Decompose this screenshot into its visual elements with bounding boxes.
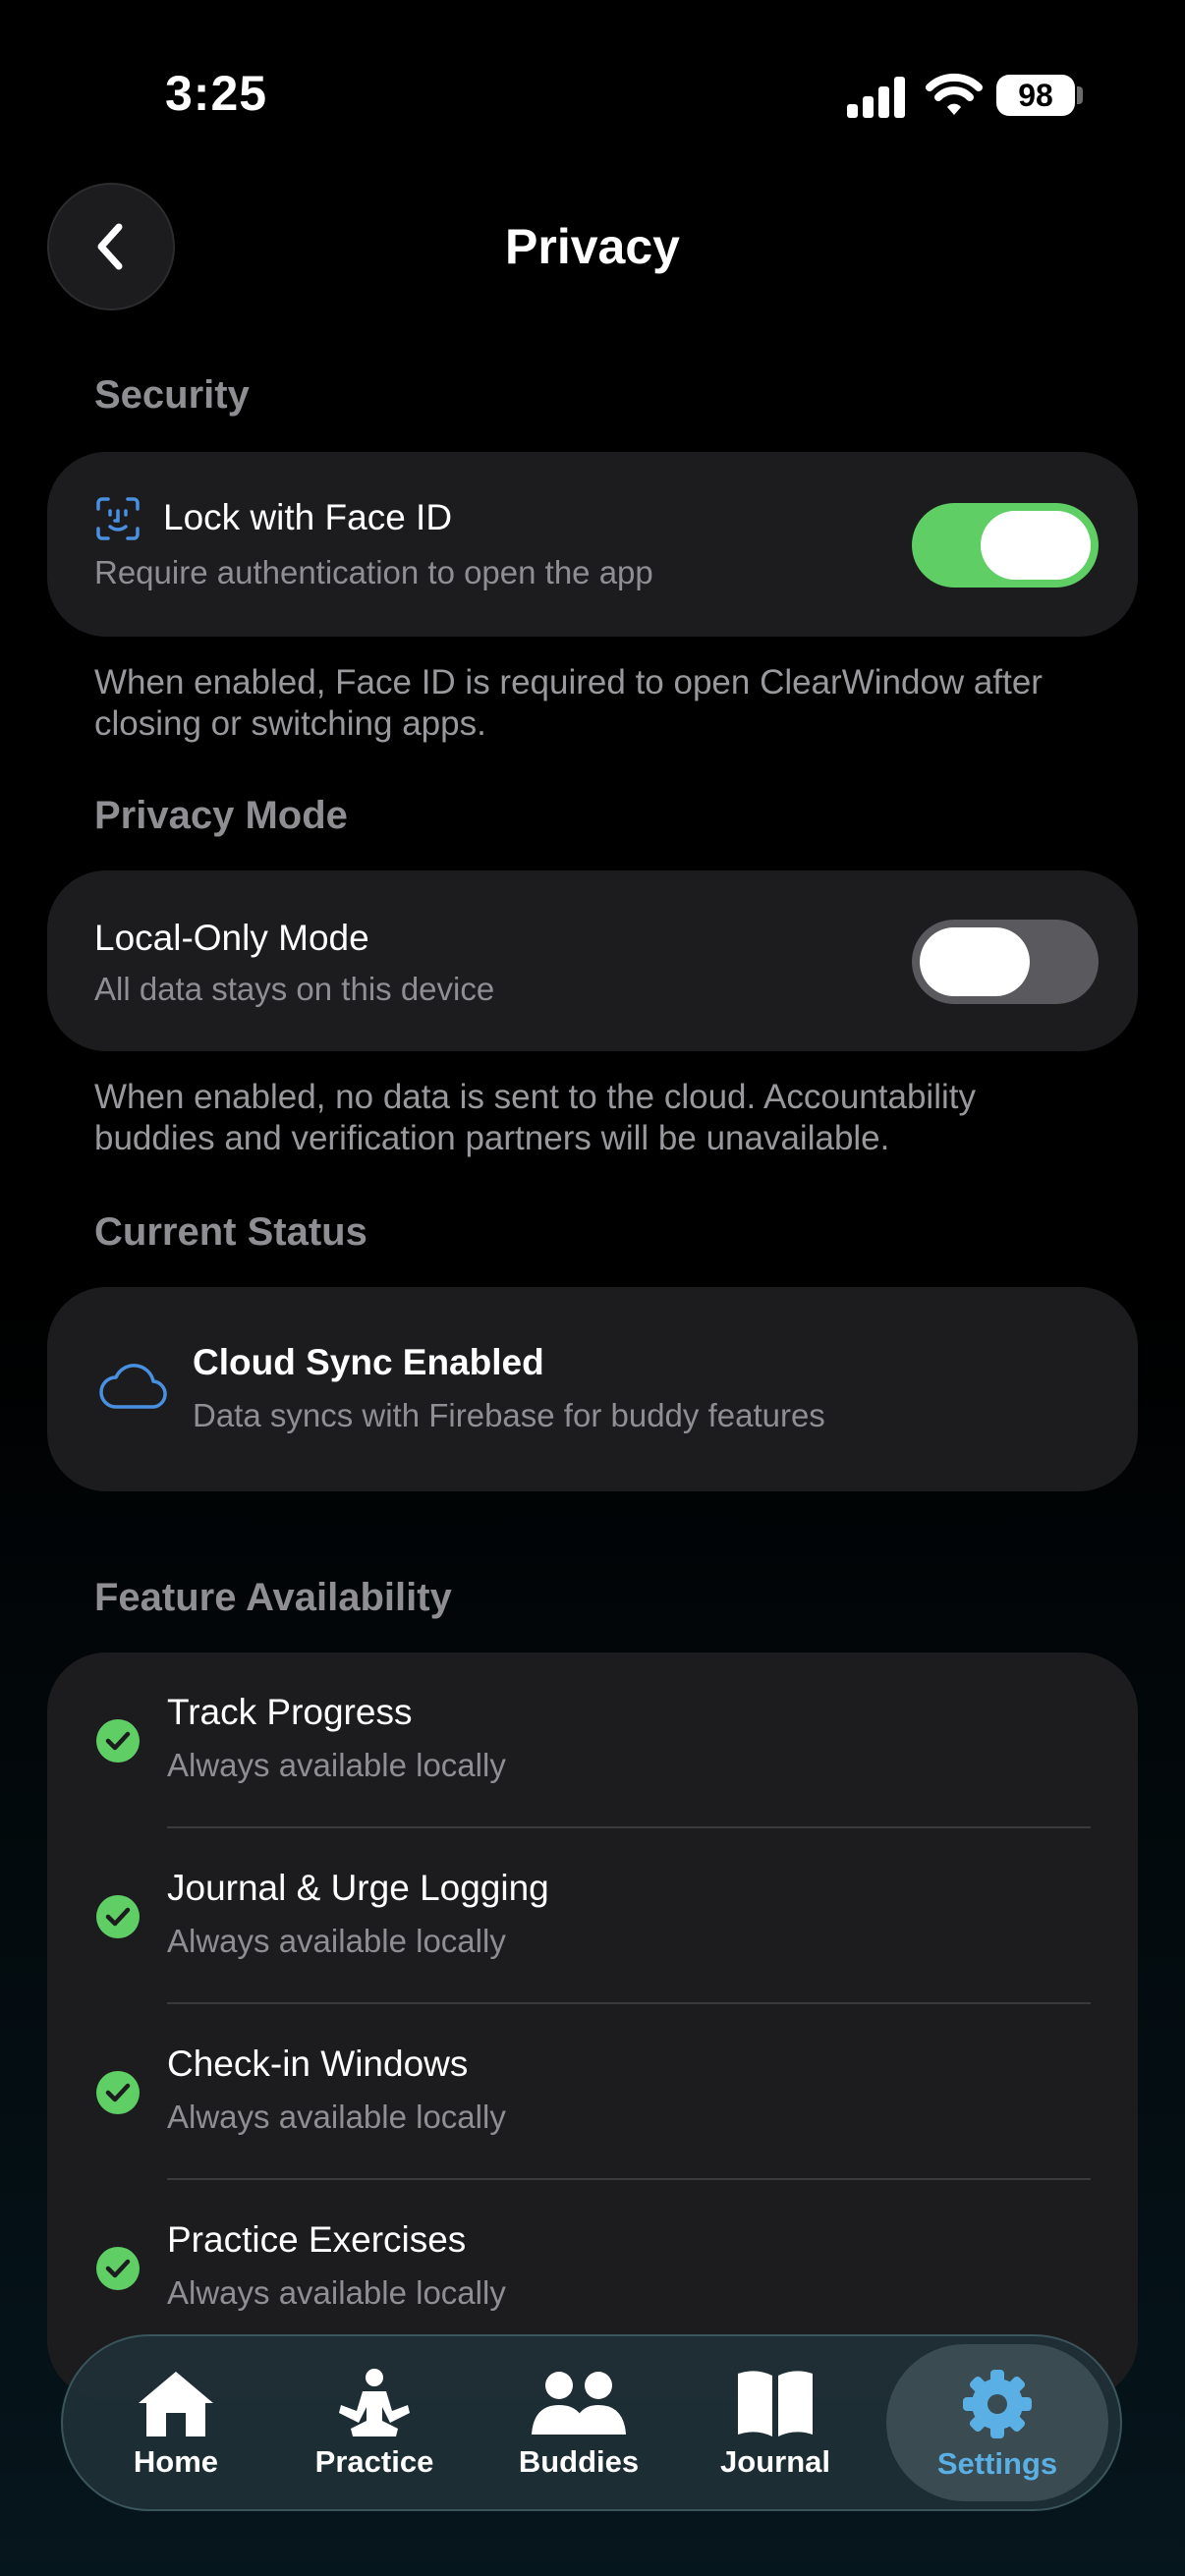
- feature-subtitle: Always available locally: [167, 2099, 506, 2135]
- meditation-icon: [339, 2369, 410, 2436]
- battery-indicator: 98: [996, 75, 1075, 116]
- gear-icon: [963, 2370, 1032, 2438]
- book-icon: [738, 2371, 813, 2436]
- tab-label: Buddies: [518, 2444, 640, 2479]
- tab-label: Home: [133, 2444, 219, 2479]
- tab-label: Settings: [936, 2446, 1058, 2481]
- local-only-card: Local-Only Mode All data stays on this d…: [47, 870, 1138, 1051]
- tab-settings[interactable]: Settings: [886, 2344, 1108, 2501]
- current-status-card: Cloud Sync Enabled Data syncs with Fireb…: [47, 1287, 1138, 1491]
- checkmark-circle-icon: [96, 2071, 140, 2114]
- page-title: Privacy: [505, 219, 680, 274]
- feature-subtitle: Always available locally: [167, 1747, 506, 1783]
- tab-home[interactable]: Home: [92, 2336, 259, 2509]
- feature-row: Track Progress Always available locally: [47, 1652, 1138, 1827]
- section-header-security: Security: [94, 373, 250, 417]
- cloud-sync-subtitle: Data syncs with Firebase for buddy featu…: [193, 1397, 825, 1433]
- cloud-sync-title: Cloud Sync Enabled: [193, 1342, 544, 1382]
- tab-journal[interactable]: Journal: [692, 2336, 859, 2509]
- local-only-footnote: When enabled, no data is sent to the clo…: [94, 1078, 976, 1157]
- checkmark-circle-icon: [96, 1719, 140, 1763]
- feature-title: Track Progress: [167, 1692, 413, 1732]
- feature-subtitle: Always available locally: [167, 1923, 506, 1959]
- feature-title: Check-in Windows: [167, 2044, 469, 2084]
- feature-subtitle: Always available locally: [167, 2274, 506, 2311]
- feature-row: Check-in Windows Always available locall…: [47, 2004, 1138, 2179]
- face-id-icon: [96, 497, 140, 540]
- section-header-current-status: Current Status: [94, 1210, 367, 1254]
- section-header-feature-availability: Feature Availability: [94, 1576, 452, 1619]
- tab-bar: Home Practice Buddies Journal Settings: [61, 2334, 1122, 2511]
- feature-availability-card: Track Progress Always available locally …: [47, 1652, 1138, 2399]
- people-icon: [532, 2372, 626, 2435]
- face-id-toggle[interactable]: [912, 503, 1099, 588]
- feature-title: Practice Exercises: [167, 2219, 467, 2260]
- feature-title: Journal & Urge Logging: [167, 1868, 549, 1908]
- checkmark-circle-icon: [96, 1895, 140, 1938]
- face-id-title: Lock with Face ID: [163, 497, 453, 537]
- toggle-knob: [981, 511, 1091, 580]
- face-id-subtitle: Require authentication to open the app: [94, 554, 653, 590]
- tab-label: Journal: [720, 2444, 830, 2479]
- status-time: 3:25: [165, 66, 268, 121]
- tab-practice[interactable]: Practice: [291, 2336, 458, 2509]
- section-header-privacy-mode: Privacy Mode: [94, 794, 348, 837]
- battery-tip: [1077, 86, 1083, 104]
- checkmark-circle-icon: [96, 2247, 140, 2290]
- tab-buddies[interactable]: Buddies: [495, 2336, 662, 2509]
- face-id-footnote: When enabled, Face ID is required to ope…: [94, 663, 1043, 743]
- local-only-toggle[interactable]: [912, 920, 1099, 1004]
- wifi-icon: [926, 73, 983, 115]
- local-only-subtitle: All data stays on this device: [94, 971, 495, 1007]
- cloud-icon: [99, 1364, 167, 1409]
- face-id-card: Lock with Face ID Require authentication…: [47, 452, 1138, 637]
- house-icon: [139, 2372, 213, 2436]
- feature-row: Practice Exercises Always available loca…: [47, 2180, 1138, 2355]
- tab-label: Practice: [314, 2444, 434, 2479]
- local-only-title: Local-Only Mode: [94, 918, 369, 958]
- cellular-signal-icon: [847, 77, 905, 118]
- toggle-knob: [920, 927, 1030, 996]
- feature-row: Journal & Urge Logging Always available …: [47, 1828, 1138, 2003]
